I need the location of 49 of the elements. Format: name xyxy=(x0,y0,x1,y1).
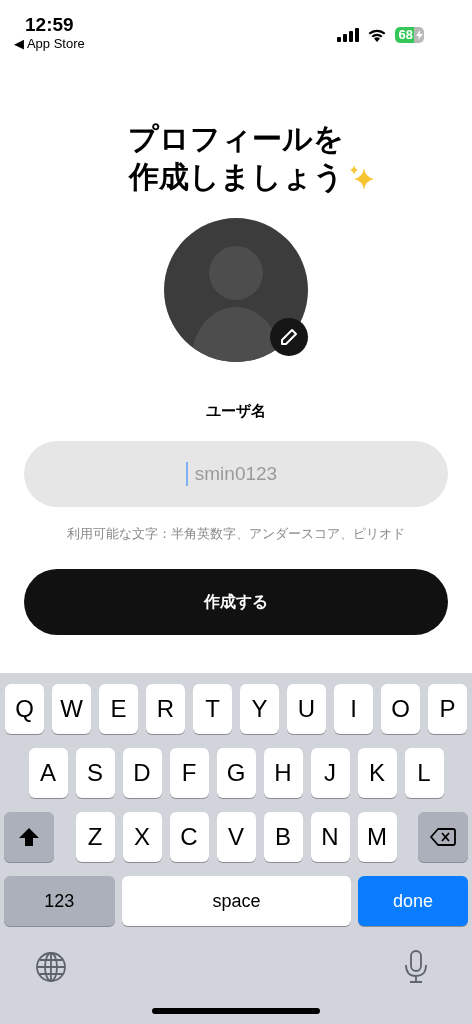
keyboard-key[interactable]: F xyxy=(169,748,209,798)
keyboard-key[interactable]: M xyxy=(357,812,397,862)
keyboard-key[interactable]: B xyxy=(263,812,303,862)
username-field[interactable]: smin0123 xyxy=(24,441,448,507)
shift-icon xyxy=(18,826,40,848)
keyboard-key[interactable]: U xyxy=(287,684,326,734)
keyboard-key[interactable]: J xyxy=(310,748,350,798)
keyboard-key[interactable]: G xyxy=(216,748,256,798)
keyboard-key[interactable]: P xyxy=(428,684,467,734)
keyboard-key[interactable]: D xyxy=(122,748,162,798)
page-title: プロフィールを 作成しましょう xyxy=(128,121,344,195)
text-cursor xyxy=(186,462,188,486)
backspace-icon xyxy=(430,827,456,847)
signal-icon xyxy=(336,28,359,42)
keyboard-key[interactable]: O xyxy=(381,684,420,734)
pencil-icon xyxy=(280,328,298,346)
wifi-icon xyxy=(366,28,387,42)
username-label: ユーザ名 xyxy=(206,402,266,421)
avatar-placeholder[interactable] xyxy=(164,218,308,362)
create-button[interactable]: 作成する xyxy=(24,569,448,635)
keyboard-key[interactable]: C xyxy=(169,812,209,862)
back-link[interactable]: ◀ App Store xyxy=(14,36,85,52)
keyboard-key[interactable]: K xyxy=(357,748,397,798)
keyboard-key[interactable]: S xyxy=(75,748,115,798)
keyboard-key[interactable]: E xyxy=(99,684,138,734)
keyboard-key[interactable]: A xyxy=(28,748,68,798)
done-key[interactable]: done xyxy=(358,876,468,926)
keyboard-key[interactable]: L xyxy=(404,748,444,798)
keyboard-key[interactable]: I xyxy=(334,684,373,734)
keyboard-key[interactable]: R xyxy=(146,684,185,734)
keyboard-key[interactable]: H xyxy=(263,748,303,798)
keyboard-key[interactable]: Q xyxy=(5,684,44,734)
keyboard-key[interactable]: V xyxy=(216,812,256,862)
keyboard-key[interactable]: W xyxy=(52,684,91,734)
battery-indicator: 68 xyxy=(394,27,424,43)
keyboard-key[interactable]: Y xyxy=(240,684,279,734)
shift-key[interactable] xyxy=(4,812,54,862)
numbers-key[interactable]: 123 xyxy=(4,876,115,926)
keyboard-key[interactable]: X xyxy=(122,812,162,862)
username-hint: 利用可能な文字：半角英数字、アンダースコア、ピリオド xyxy=(67,525,405,543)
delete-key[interactable] xyxy=(418,812,468,862)
keyboard-key[interactable]: Z xyxy=(75,812,115,862)
microphone-icon[interactable] xyxy=(404,950,428,984)
keyboard-key[interactable]: T xyxy=(193,684,232,734)
keyboard-key[interactable]: N xyxy=(310,812,350,862)
space-key[interactable]: space xyxy=(121,876,352,926)
edit-avatar-button[interactable] xyxy=(270,318,308,356)
globe-icon[interactable] xyxy=(35,951,67,983)
status-time: 12:59 xyxy=(25,14,74,36)
